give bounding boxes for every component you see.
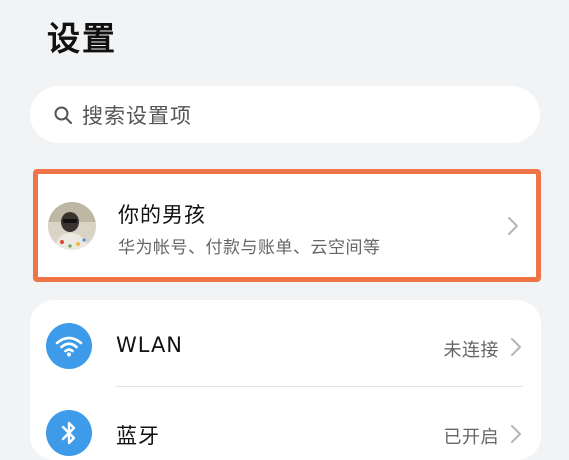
item-label: 蓝牙 [116, 424, 160, 448]
item-label: WLAN [116, 333, 184, 357]
search-icon [52, 104, 74, 126]
item-status: 未连接 [443, 340, 499, 361]
list-item-wlan[interactable]: WLAN 未连接 [30, 300, 541, 387]
settings-list: WLAN 未连接 蓝牙 已开启 [30, 300, 541, 460]
account-name: 你的男孩 [118, 203, 206, 227]
search-placeholder: 搜索设置项 [82, 103, 192, 128]
bluetooth-icon [46, 410, 92, 456]
list-item-bluetooth[interactable]: 蓝牙 已开启 [30, 387, 541, 460]
search-input[interactable]: 搜索设置项 [30, 86, 540, 143]
chevron-right-icon [511, 425, 521, 443]
page-title: 设置 [47, 19, 117, 58]
avatar [48, 202, 96, 250]
wifi-icon [46, 323, 92, 369]
chevron-right-icon [511, 338, 521, 356]
account-card[interactable]: 你的男孩 华为帐号、付款与账单、云空间等 [33, 169, 541, 282]
chevron-right-icon [508, 217, 518, 235]
account-subtitle: 华为帐号、付款与账单、云空间等 [118, 238, 381, 258]
